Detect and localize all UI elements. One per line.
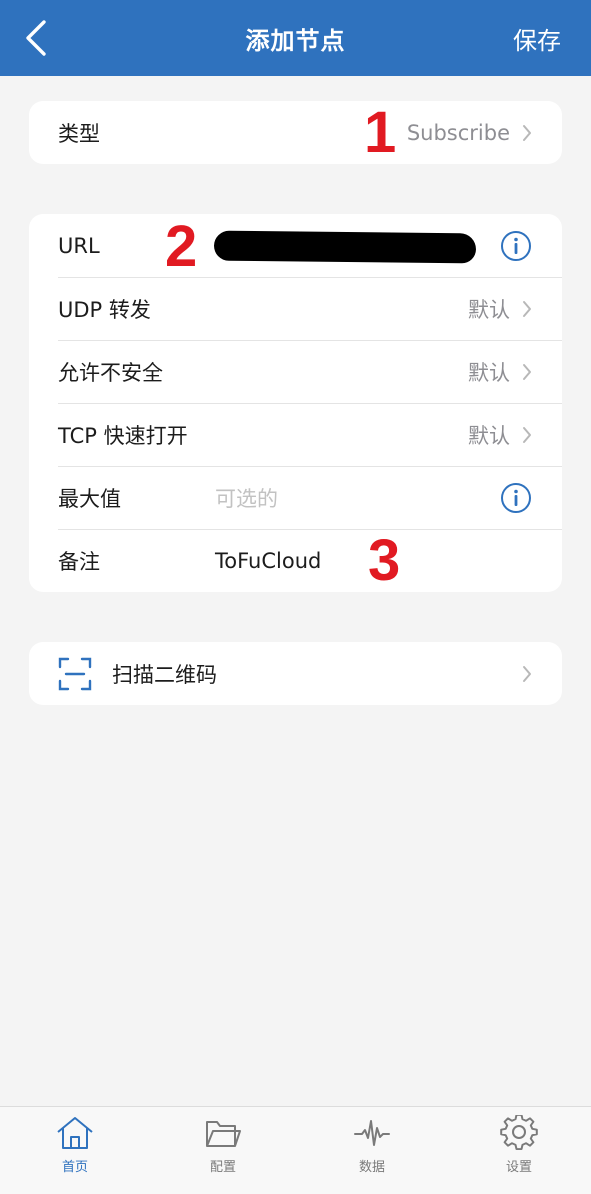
allow-insecure-row[interactable]: 允许不安全 默认 [29,340,562,403]
gear-icon [500,1115,538,1151]
chevron-right-icon [523,300,531,317]
type-card: 类型 Subscribe [29,101,562,164]
max-value-label: 最大值 [58,486,121,511]
annotation-marker-3: 3 [368,528,401,593]
type-row[interactable]: 类型 Subscribe [29,101,562,164]
scan-card: 扫描二维码 [29,642,562,705]
info-icon[interactable] [500,230,532,262]
chevron-right-icon [523,426,531,443]
redaction-mark [213,230,477,264]
settings-card: URL UDP 转发 默认 允许不安全 默认 TCP 快速打开 默认 最大值 可… [29,214,562,592]
tab-settings-label: 设置 [505,1160,532,1175]
max-value-field[interactable]: 可选的 [215,483,500,513]
chevron-right-icon [523,124,531,141]
udp-forward-row[interactable]: UDP 转发 默认 [29,277,562,340]
scan-qr-label: 扫描二维码 [112,662,217,687]
home-icon [57,1117,93,1149]
chevron-right-icon [523,665,531,682]
type-value: Subscribe [406,120,510,145]
chevron-right-icon [523,363,531,380]
navigation-bar: 添加节点 保存 [0,0,591,76]
tab-config[interactable]: 配置 [183,1115,263,1181]
allow-insecure-value: 默认 [468,360,510,385]
udp-forward-value: 默认 [468,297,510,322]
annotation-marker-2: 2 [165,214,198,279]
tab-data[interactable]: 数据 [332,1115,412,1181]
url-row[interactable]: URL [29,214,562,277]
remark-row[interactable]: 备注 ToFuCloud [29,529,562,592]
save-button[interactable]: 保存 [513,0,561,76]
type-label: 类型 [58,121,100,146]
scan-qr-row[interactable]: 扫描二维码 [29,642,562,705]
remark-label: 备注 [58,549,100,574]
tab-data-label: 数据 [358,1160,385,1175]
allow-insecure-label: 允许不安全 [58,360,163,385]
activity-icon [354,1120,390,1146]
tab-home-label: 首页 [61,1160,88,1175]
info-icon[interactable] [500,482,532,514]
folder-icon [206,1121,241,1147]
tab-config-label: 配置 [209,1160,236,1175]
tcp-fast-open-value: 默认 [468,423,510,448]
tcp-fast-open-label: TCP 快速打开 [58,423,188,448]
max-value-row[interactable]: 最大值 可选的 [29,466,562,529]
udp-forward-label: UDP 转发 [58,297,151,322]
page-title: 添加节点 [245,26,346,55]
tcp-fast-open-row[interactable]: TCP 快速打开 默认 [29,403,562,466]
tab-settings[interactable]: 设置 [479,1115,559,1181]
tab-home[interactable]: 首页 [35,1115,115,1181]
qr-scan-icon [58,657,92,690]
tab-bar: 首页 配置 数据 设置 [0,1106,591,1194]
annotation-marker-1: 1 [364,100,397,165]
